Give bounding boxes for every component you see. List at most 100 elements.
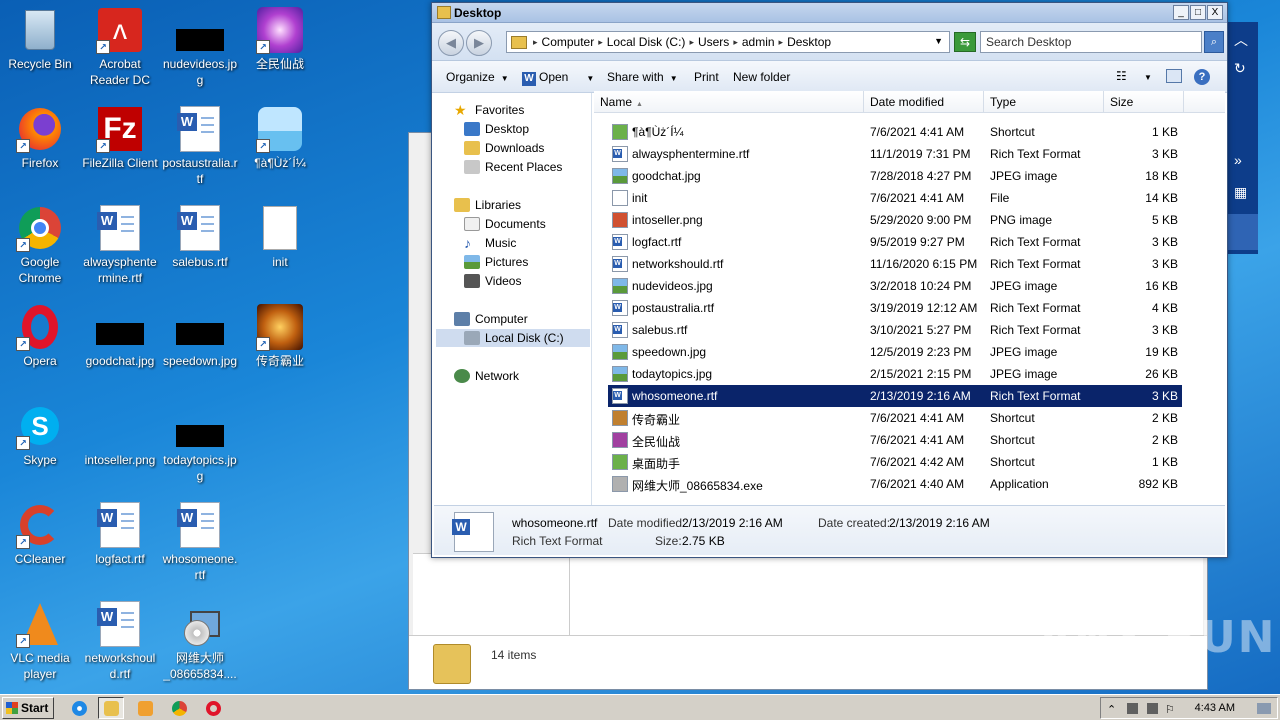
title-bar[interactable]: Desktop _ □ X	[432, 3, 1227, 23]
maximize-button[interactable]: □	[1190, 5, 1206, 20]
open-button[interactable]: W Open ▼	[522, 70, 594, 86]
file-row[interactable]: speedown.jpg 12/5/2019 2:23 PM JPEG image 1…	[608, 341, 1182, 363]
file-row[interactable]: alwaysphentermine.rtf 11/1/2019 7:31 PM Ri…	[608, 143, 1182, 165]
refresh-button[interactable]: ⇆	[954, 32, 976, 52]
print-button[interactable]: Print	[694, 70, 719, 84]
file-row[interactable]: ¶à¶Ùż´Í¼ 7/6/2021 4:41 AM Shortcut 1 KB	[608, 121, 1182, 143]
flag-icon[interactable]: ⚐	[1165, 703, 1176, 716]
address-bar[interactable]: ▸ Computer ▸ Local Disk (C:) ▸ Users ▸ a…	[506, 31, 950, 53]
nav-recent-places[interactable]: Recent Places	[464, 158, 562, 176]
file-row[interactable]: logfact.rtf 9/5/2019 9:27 PM Rich Text For…	[608, 231, 1182, 253]
taskbar-ie[interactable]	[66, 697, 92, 719]
minimize-button[interactable]: _	[1173, 5, 1189, 20]
volume-tray-icon[interactable]	[1147, 703, 1158, 714]
nav-favorites[interactable]: ★ Favorites	[454, 101, 524, 119]
desktop-icon-ccleaner[interactable]: ↗ CCleaner	[0, 501, 80, 567]
chevron-up-icon[interactable]: ︿	[1234, 30, 1248, 50]
side-panel-selected[interactable]	[1228, 214, 1258, 250]
desktop-icon-recycle-bin[interactable]: Recycle Bin	[0, 6, 80, 72]
nav-libraries[interactable]: Libraries	[454, 196, 521, 214]
share-with-menu[interactable]: Share with ▼	[607, 70, 678, 84]
explorer-window[interactable]: Desktop _ □ X ◀ ▶ ▸ Computer ▸ Local Dis…	[431, 2, 1228, 558]
desktop-icon-salebus[interactable]: W salebus.rtf	[160, 204, 240, 270]
chevron-down-icon[interactable]: ▼	[1144, 73, 1152, 82]
taskbar-opera[interactable]	[200, 697, 226, 719]
help-icon[interactable]: ?	[1194, 69, 1210, 85]
nav-computer[interactable]: Computer	[454, 310, 528, 328]
desktop-icon-opera[interactable]: ↗ Opera	[0, 303, 80, 369]
desktop-icon-speedown[interactable]: speedown.jpg	[160, 303, 240, 369]
desktop-icon-init[interactable]: init	[240, 204, 320, 270]
file-row[interactable]: salebus.rtf 3/10/2021 5:27 PM Rich Text Fo…	[608, 319, 1182, 341]
show-hidden-icons-icon[interactable]: ⌃	[1107, 703, 1118, 716]
search-input[interactable]: Search Desktop	[980, 31, 1202, 53]
desktop-icon-networkshould[interactable]: W networkshould.rtf	[80, 600, 160, 682]
column-type[interactable]: Type	[984, 91, 1104, 113]
back-button[interactable]: ◀	[438, 30, 464, 56]
desktop-icon-quanmin[interactable]: ↗ 全民仙战	[240, 6, 320, 72]
file-row[interactable]: 全民仙战 7/6/2021 4:41 AM Shortcut 2 KB	[608, 429, 1182, 451]
chevron-down-icon[interactable]: ▼	[586, 74, 594, 83]
forward-button[interactable]: ▶	[466, 30, 492, 56]
desktop-icon-wangwei[interactable]: 网维大师_08665834....	[160, 600, 240, 682]
file-row[interactable]: networkshould.rtf 11/16/2020 6:15 PM Rich …	[608, 253, 1182, 275]
desktop-icon-goodchat[interactable]: goodchat.jpg	[80, 303, 160, 369]
desktop-icon-alwaysphentermine[interactable]: W alwaysphentermine.rtf	[80, 204, 160, 286]
nav-local-disk[interactable]: Local Disk (C:)	[436, 329, 590, 347]
file-row[interactable]: whosomeone.rtf 2/13/2019 2:16 AM Rich Text…	[608, 385, 1182, 407]
nav-documents[interactable]: Documents	[464, 215, 546, 233]
view-options-icon[interactable]: ☷	[1116, 69, 1127, 83]
close-button[interactable]: X	[1207, 5, 1223, 20]
file-row[interactable]: postaustralia.rtf 3/19/2019 12:12 AM Rich …	[608, 297, 1182, 319]
nav-desktop[interactable]: Desktop	[464, 120, 529, 138]
desktop-icon-todaytopics[interactable]: todaytopics.jpg	[160, 402, 240, 484]
nav-pictures[interactable]: Pictures	[464, 253, 528, 271]
column-size[interactable]: Size	[1104, 91, 1184, 113]
desktop-icon-firefox[interactable]: ↗ Firefox	[0, 105, 80, 171]
desktop-icon-filezilla[interactable]: Fz ↗ FileZilla Client	[80, 105, 160, 171]
breadcrumb-local-disk[interactable]: Local Disk (C:)	[607, 35, 686, 49]
breadcrumb-admin[interactable]: admin	[742, 35, 775, 49]
preview-pane-icon[interactable]	[1166, 69, 1182, 83]
clock[interactable]: 4:43 AM	[1195, 702, 1235, 714]
file-row[interactable]: intoseller.png 5/29/2020 9:00 PM PNG image…	[608, 209, 1182, 231]
organize-menu[interactable]: Organize ▼	[446, 70, 509, 84]
breadcrumb-desktop[interactable]: Desktop	[787, 35, 831, 49]
nav-network[interactable]: Network	[454, 367, 519, 385]
file-row[interactable]: nudevideos.jpg 3/2/2018 10:24 PM JPEG imag…	[608, 275, 1182, 297]
new-folder-button[interactable]: New folder	[733, 70, 790, 84]
breadcrumb-users[interactable]: Users	[698, 35, 729, 49]
desktop-icon-intoseller[interactable]: intoseller.png	[80, 402, 160, 468]
file-row[interactable]: todaytopics.jpg 2/15/2021 2:15 PM JPEG ima…	[608, 363, 1182, 385]
desktop-icon-vlc[interactable]: ↗ VLC media player	[0, 600, 80, 682]
desktop-icon-shortcut-garbled[interactable]: ↗ ¶à¶Ùż´Í¼	[240, 105, 320, 171]
network-tray-icon[interactable]	[1127, 703, 1138, 714]
breadcrumb-computer[interactable]: Computer	[542, 35, 595, 49]
desktop-icon-whosomeone[interactable]: W whosomeone.rtf	[160, 501, 240, 583]
file-row[interactable]: init 7/6/2021 4:41 AM File 14 KB	[608, 187, 1182, 209]
file-row[interactable]: 网维大师_08665834.exe 7/6/2021 4:40 AM Applica…	[608, 473, 1182, 495]
desktop-icon-chuanqi[interactable]: ↗ 传奇霸业	[240, 303, 320, 369]
desktop-icon-logfact[interactable]: W logfact.rtf	[80, 501, 160, 567]
desktop-icon-acrobat[interactable]: ᴧ ↗ Acrobat Reader DC	[80, 6, 160, 88]
file-row[interactable]: 桌面助手 7/6/2021 4:42 AM Shortcut 1 KB	[608, 451, 1182, 473]
nav-downloads[interactable]: Downloads	[464, 139, 544, 157]
nav-music[interactable]: ♪ Music	[464, 234, 516, 252]
column-name[interactable]: Name ▲	[594, 91, 864, 113]
column-date-modified[interactable]: Date modified	[864, 91, 984, 113]
show-desktop-button[interactable]	[1257, 703, 1271, 714]
chevron-down-icon[interactable]: ▼	[934, 36, 943, 46]
double-chevron-right-icon[interactable]: »	[1234, 152, 1242, 168]
file-row[interactable]: goodchat.jpg 7/28/2018 4:27 PM JPEG image 1…	[608, 165, 1182, 187]
file-row[interactable]: 传奇霸业 7/6/2021 4:41 AM Shortcut 2 KB	[608, 407, 1182, 429]
search-icon[interactable]: ⌕	[1204, 31, 1224, 53]
taskbar-media-player[interactable]	[132, 697, 158, 719]
refresh-icon[interactable]: ↻	[1234, 60, 1246, 77]
taskbar-chrome[interactable]	[166, 697, 192, 719]
desktop-icon-skype[interactable]: S ↗ Skype	[0, 402, 80, 468]
qr-code-icon[interactable]: ▦	[1234, 184, 1247, 201]
desktop-icon-nudevideos[interactable]: nudevideos.jpg	[160, 6, 240, 88]
taskbar-explorer[interactable]	[98, 697, 124, 719]
desktop-icon-postaustralia[interactable]: W postaustralia.rtf	[160, 105, 240, 187]
start-button[interactable]: Start	[2, 697, 54, 719]
